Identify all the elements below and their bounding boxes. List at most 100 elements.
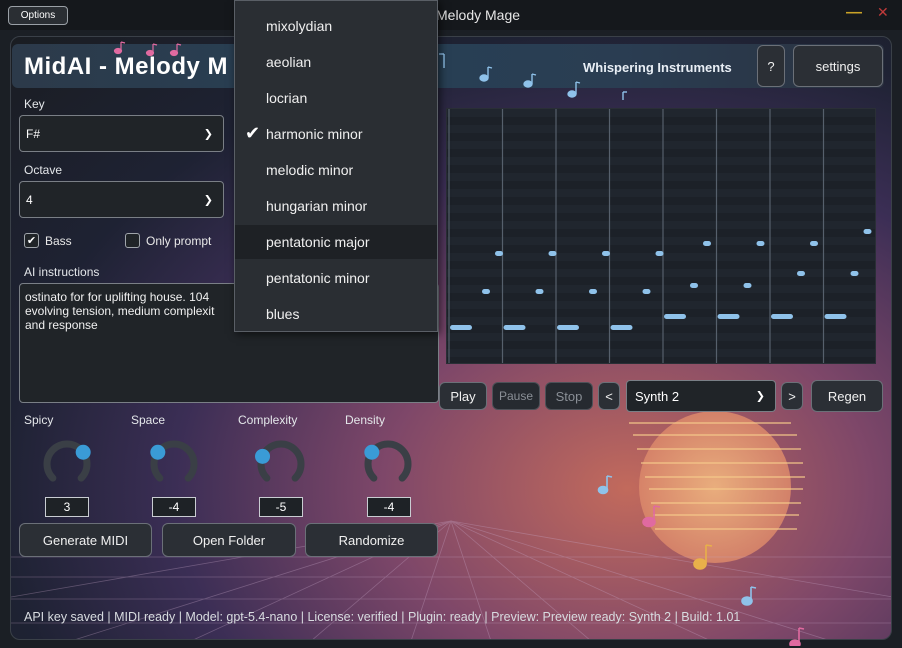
midi-note	[548, 251, 557, 256]
key-value: F#	[26, 126, 41, 141]
midi-note	[589, 289, 597, 294]
piano-roll[interactable]	[446, 108, 876, 364]
space-value[interactable]: -4	[152, 497, 196, 517]
midi-note	[495, 251, 503, 256]
chevron-down-icon: ❯	[203, 128, 213, 140]
decorative-notes-blue	[439, 53, 627, 100]
menu-item-pentatonic-major[interactable]: pentatonic major	[235, 225, 437, 259]
piano-row	[447, 149, 875, 157]
options-button[interactable]: Options	[8, 6, 68, 25]
piano-row	[447, 205, 875, 213]
piano-row	[447, 109, 875, 117]
decorative-notes	[113, 41, 182, 57]
help-button[interactable]: ?	[757, 45, 785, 87]
synth-select[interactable]: Synth 2 ❯	[626, 380, 776, 412]
piano-row	[447, 117, 875, 125]
menu-item-melodic-minor[interactable]: melodic minor	[235, 153, 437, 187]
bass-label: Bass	[45, 233, 72, 248]
midi-note	[450, 325, 472, 330]
knob-indicator	[75, 444, 91, 460]
midi-note	[743, 283, 752, 288]
piano-row	[447, 309, 875, 317]
menu-item-blues[interactable]: blues	[235, 297, 437, 331]
menu-item-harmonic-minor[interactable]: ✔ harmonic minor	[235, 117, 437, 151]
midi-note	[771, 314, 793, 319]
settings-button[interactable]: settings	[793, 45, 883, 87]
menu-item-pentatonic-minor[interactable]: pentatonic minor	[235, 261, 437, 295]
knob-label-space: Space	[131, 413, 166, 427]
knob-indicator	[150, 444, 166, 460]
close-button[interactable]: ✕	[877, 4, 889, 21]
midi-note	[863, 229, 872, 234]
chevron-down-icon: ❯	[755, 390, 765, 403]
regen-button[interactable]: Regen	[811, 380, 883, 412]
midi-note	[482, 289, 490, 294]
scale-dropdown-menu[interactable]: mixolydian aeolian locrian ✔ harmonic min…	[234, 0, 438, 332]
menu-item-label: hungarian minor	[266, 198, 368, 214]
octave-select[interactable]: 4 ❯	[19, 181, 224, 218]
next-synth-button[interactable]: >	[781, 382, 803, 410]
piano-row	[447, 293, 875, 301]
piano-row	[447, 157, 875, 165]
menu-item-label: mixolydian	[266, 18, 333, 34]
piano-row	[447, 181, 875, 189]
menu-item-label: pentatonic major	[266, 234, 370, 250]
pause-button[interactable]: Pause	[492, 382, 540, 410]
app-window: Options Melody Mage — ✕ MidAI - Melody M…	[0, 0, 902, 648]
spicy-knob[interactable]	[37, 434, 97, 494]
prev-synth-button[interactable]: <	[598, 382, 620, 410]
octave-value: 4	[26, 192, 33, 207]
key-select[interactable]: F# ❯	[19, 115, 224, 152]
piano-row	[447, 133, 875, 141]
menu-item-label: melodic minor	[266, 162, 354, 178]
key-label: Key	[24, 97, 45, 111]
menu-item-mixolydian[interactable]: mixolydian	[235, 9, 437, 43]
midi-note	[664, 314, 686, 319]
piano-row	[447, 341, 875, 349]
complexity-knob[interactable]	[251, 434, 311, 494]
density-knob[interactable]	[358, 434, 418, 494]
menu-item-hungarian-minor[interactable]: hungarian minor	[235, 189, 437, 223]
midi-note	[756, 241, 765, 246]
midi-note	[535, 289, 544, 294]
status-bar: API key saved | MIDI ready | Model: gpt-…	[24, 610, 741, 624]
menu-item-aeolian[interactable]: aeolian	[235, 45, 437, 79]
midi-note	[602, 251, 610, 256]
bass-checkbox[interactable]: ✔ Bass	[24, 233, 72, 248]
menu-item-label: blues	[266, 306, 300, 322]
menu-item-label: pentatonic minor	[266, 270, 370, 286]
midi-note	[824, 314, 847, 319]
midi-note	[642, 289, 651, 294]
spicy-value[interactable]: 3	[45, 497, 89, 517]
midi-note	[503, 325, 526, 330]
stop-button[interactable]: Stop	[545, 382, 593, 410]
space-knob[interactable]	[144, 434, 204, 494]
play-button[interactable]: Play	[439, 382, 487, 410]
menu-item-label: aeolian	[266, 54, 312, 70]
midi-note	[850, 271, 859, 276]
minimize-button[interactable]: —	[846, 4, 862, 22]
piano-row	[447, 261, 875, 269]
checkbox-unchecked-icon	[125, 233, 140, 248]
only-prompt-checkbox[interactable]: Only prompt	[125, 233, 211, 248]
menu-item-locrian[interactable]: locrian	[235, 81, 437, 115]
complexity-value[interactable]: -5	[259, 497, 303, 517]
window-title: Melody Mage	[436, 7, 521, 23]
menu-item-label: locrian	[266, 90, 308, 106]
checkmark-icon: ✔	[245, 123, 261, 143]
generate-midi-button[interactable]: Generate MIDI	[19, 523, 152, 557]
piano-row	[447, 221, 875, 229]
open-folder-button[interactable]: Open Folder	[162, 523, 296, 557]
randomize-button[interactable]: Randomize	[305, 523, 438, 557]
piano-row	[447, 277, 875, 285]
piano-row	[447, 125, 875, 133]
knob-label-spicy: Spicy	[24, 413, 54, 427]
piano-row	[447, 285, 875, 293]
piano-row	[447, 301, 875, 309]
piano-row	[447, 197, 875, 205]
piano-row	[447, 213, 875, 221]
midi-note	[703, 241, 711, 246]
density-value[interactable]: -4	[367, 497, 411, 517]
title-bar: Options Melody Mage — ✕	[0, 0, 902, 30]
ai-instructions-label: AI instructions	[24, 265, 100, 279]
